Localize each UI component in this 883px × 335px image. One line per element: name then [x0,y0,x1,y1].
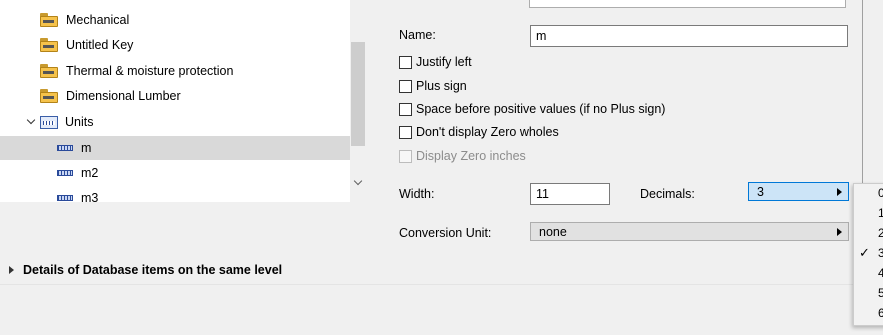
tree-item-thermal[interactable]: Thermal & moisture protection [0,59,350,83]
tree-item-label: Thermal & moisture protection [66,64,234,78]
conversion-unit-dropdown[interactable]: none [530,222,849,241]
menu-item-2[interactable]: 2 [878,224,883,242]
checkmark-icon: ✓ [859,245,870,260]
scroll-thumb[interactable] [351,42,365,146]
checkbox-box[interactable] [399,102,412,116]
top-field[interactable] [529,0,846,8]
display-zero-inches-checkbox: Display Zero inches [399,147,526,165]
menu-item-4[interactable]: 4 [878,264,883,282]
checkbox-label: Display Zero inches [416,149,526,163]
checkbox-label: Plus sign [416,79,467,93]
tree-item-label: Untitled Key [66,38,134,52]
tree-scrollbar[interactable] [350,0,366,202]
details-section-body [0,284,872,335]
menu-item-6[interactable]: 6 [878,304,883,322]
checkbox-box[interactable] [399,125,412,139]
plus-sign-checkbox[interactable]: Plus sign [399,77,467,95]
tree-item-label: m3 [81,191,99,202]
checkbox-box[interactable] [399,79,412,93]
tree-item-m[interactable]: m [0,136,350,160]
details-section-title: Details of Database items on the same le… [23,263,283,277]
checkbox-label: Justify left [416,55,472,69]
key-folder-icon [40,64,58,78]
space-before-positive-checkbox[interactable]: Space before positive values (if no Plus… [399,100,665,118]
tree-item-m3[interactable]: m3 [0,186,350,202]
tree-panel: Mechanical Untitled Key Thermal & moistu… [0,0,366,202]
ruler-icon [57,170,73,176]
width-label: Width: [399,187,435,201]
checkbox-box [399,149,412,163]
tree-item-label: m2 [81,166,99,180]
checkbox-label: Space before positive values (if no Plus… [416,102,666,116]
key-folder-icon [40,38,58,52]
conversion-unit-value: none [539,224,567,239]
units-folder-icon [40,115,58,129]
tree-item-label: Mechanical [66,13,130,27]
decimals-dropdown[interactable]: 3 [748,182,849,201]
ruler-icon [57,145,73,151]
tree-item-units[interactable]: Units [0,110,350,134]
tree-item-label: Dimensional Lumber [66,89,181,103]
checkbox-label: Don't display Zero wholes [416,125,559,139]
dont-display-zero-wholes-checkbox[interactable]: Don't display Zero wholes [399,123,559,141]
justify-left-checkbox[interactable]: Justify left [399,53,472,71]
chevron-down-icon[interactable] [353,178,363,188]
tree-item-untitled-key[interactable]: Untitled Key [0,33,350,57]
key-folder-icon [40,13,58,27]
tree-item-dimensional-lumber[interactable]: Dimensional Lumber [0,84,350,108]
dropdown-arrow-icon [837,228,842,236]
name-field[interactable]: m [530,25,848,47]
menu-item-5[interactable]: 5 [878,284,883,302]
decimals-label: Decimals: [640,187,695,201]
tree-item-label: m [81,141,92,155]
menu-item-0[interactable]: 0 [878,184,883,202]
details-section-header[interactable]: Details of Database items on the same le… [0,262,366,278]
width-field[interactable]: 11 [530,183,610,205]
key-folder-icon [40,89,58,103]
menu-item-1[interactable]: 1 [878,204,883,222]
decimals-value: 3 [757,184,764,199]
menu-item-3[interactable]: 3 [878,244,883,262]
checkbox-box[interactable] [399,55,412,69]
tree-item-m2[interactable]: m2 [0,161,350,185]
ruler-icon [57,195,73,201]
decimals-menu: 0 1 2 ✓ 3 4 5 6 [853,183,883,326]
dropdown-arrow-icon [837,188,842,196]
tree-item-mechanical[interactable]: Mechanical [0,8,350,32]
name-label: Name: [399,28,436,42]
chevron-down-icon[interactable] [26,117,36,127]
expand-arrow-icon[interactable] [9,266,14,274]
conversion-unit-label: Conversion Unit: [399,226,492,240]
tree-item-label: Units [65,115,94,129]
